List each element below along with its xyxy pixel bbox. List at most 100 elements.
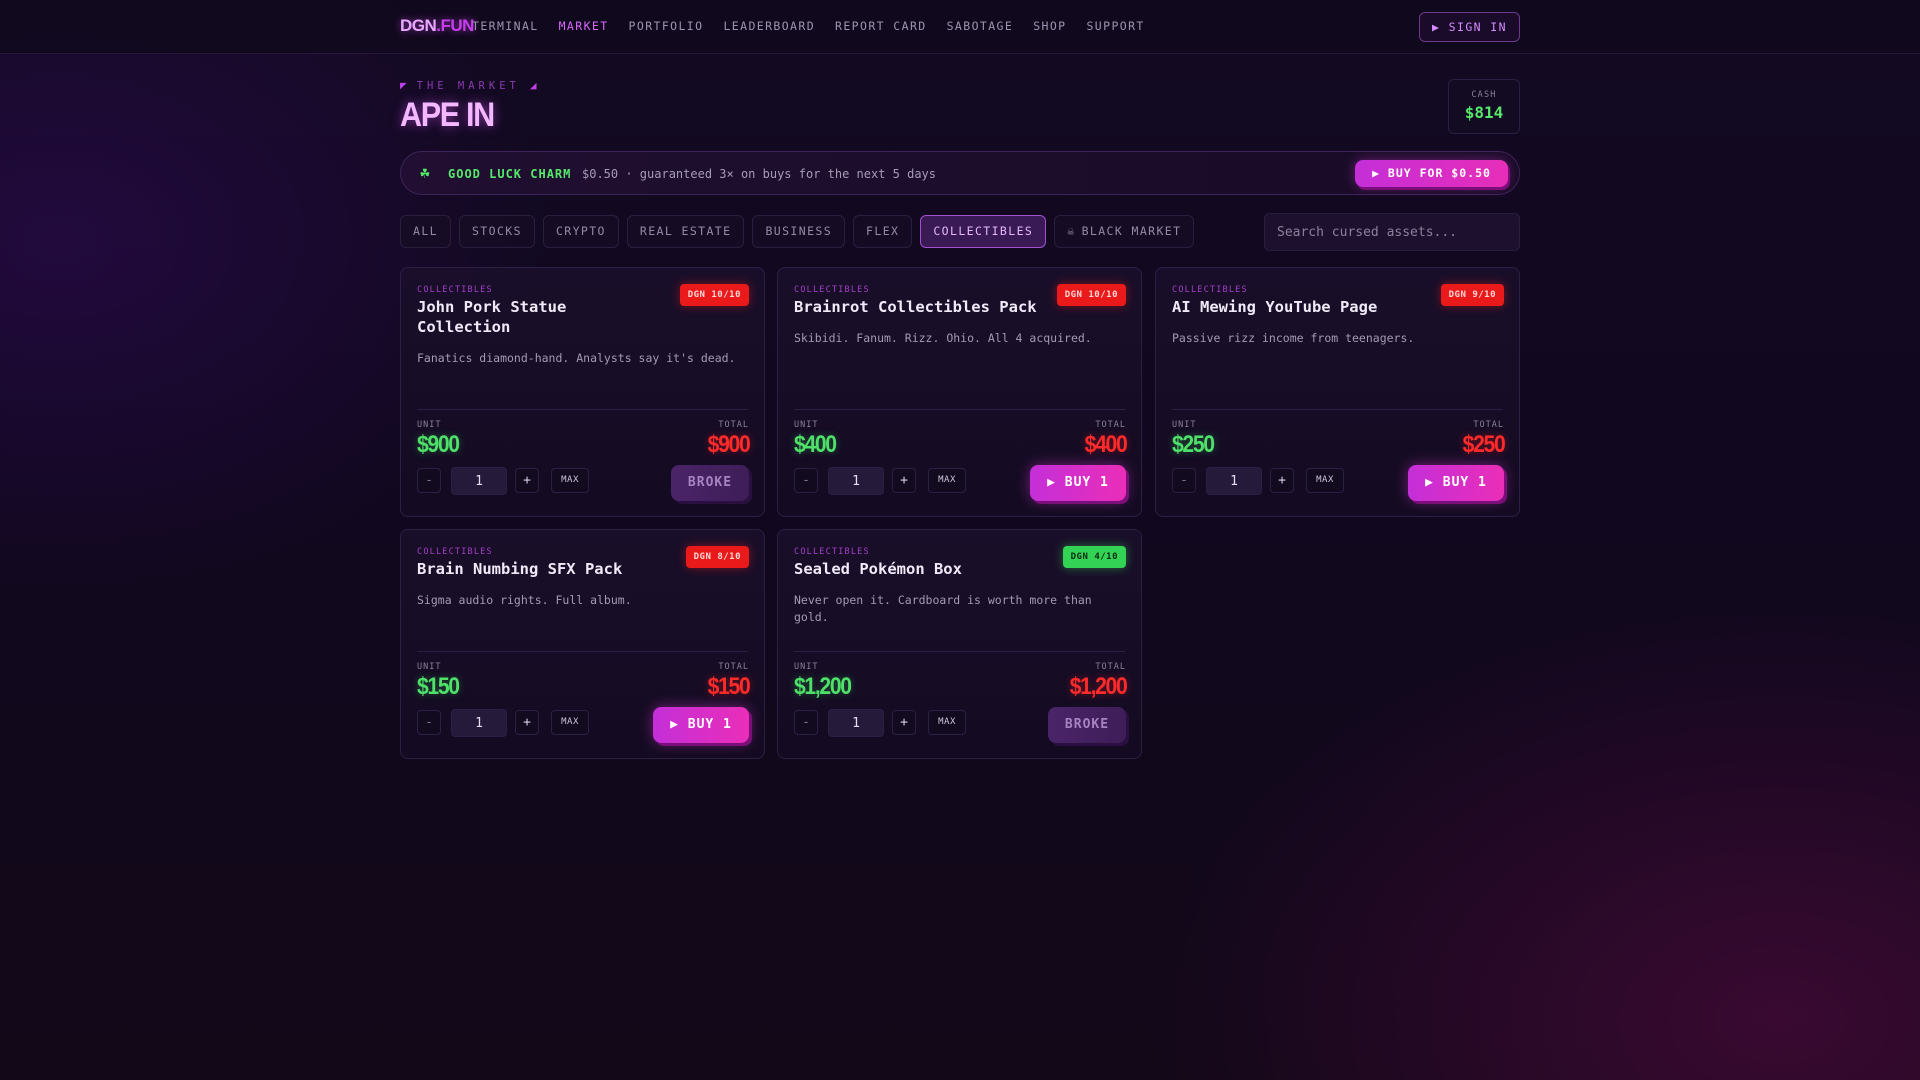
page-title: APE IN	[400, 96, 495, 134]
good-luck-charm-banner: ☘ GOOD LUCK CHARM $0.50 · guaranteed 3× …	[400, 151, 1520, 195]
asset-card: COLLECTIBLES Sealed Pokémon Box DGN 4/10…	[777, 529, 1142, 759]
degen-rating-badge: DGN 10/10	[679, 284, 749, 306]
top-nav: DGN.FUN TERMINAL MARKET PORTFOLIO LEADER…	[0, 0, 1920, 54]
quantity-input[interactable]	[1206, 467, 1262, 495]
card-description: Passive rizz income from teenagers.	[1172, 331, 1415, 345]
increase-qty-button[interactable]: +	[892, 710, 916, 735]
increase-qty-button[interactable]: +	[515, 710, 539, 735]
total-label: TOTAL	[718, 420, 749, 430]
total-price: $400	[1084, 431, 1127, 458]
nav-link-shop[interactable]: SHOP	[1033, 19, 1066, 33]
filter-crypto[interactable]: CRYPTO	[542, 215, 619, 248]
logo-suffix: .FUN	[436, 16, 474, 35]
total-label: TOTAL	[1095, 662, 1126, 672]
nav-link-portfolio[interactable]: PORTFOLIO	[629, 19, 704, 33]
nav-link-market[interactable]: MARKET	[559, 19, 609, 33]
total-price: $1,200	[1069, 673, 1127, 700]
card-description: Sigma audio rights. Full album.	[417, 593, 632, 607]
card-divider	[417, 409, 748, 410]
card-title: AI Mewing YouTube Page	[1172, 298, 1378, 316]
card-description: Skibidi. Fanum. Rizz. Ohio. All 4 acquir…	[794, 331, 1092, 345]
degen-rating-badge: DGN 10/10	[1056, 284, 1126, 306]
filter-all[interactable]: ALL	[400, 215, 451, 248]
search-input[interactable]	[1264, 213, 1520, 251]
asset-card: COLLECTIBLES Brain Numbing SFX Pack DGN …	[400, 529, 765, 759]
increase-qty-button[interactable]: +	[515, 468, 539, 493]
card-divider	[417, 651, 748, 652]
logo[interactable]: DGN.FUN	[400, 16, 474, 36]
page-eyebrow: ◤ THE MARKET ◢	[400, 79, 536, 92]
total-price: $250	[1462, 431, 1505, 458]
total-label: TOTAL	[1473, 420, 1504, 430]
card-description: Fanatics diamond-hand. Analysts say it's…	[417, 351, 736, 365]
max-qty-button[interactable]: MAX	[928, 710, 966, 735]
max-qty-button[interactable]: MAX	[928, 468, 966, 493]
buy-charm-button[interactable]: ▶ BUY FOR $0.50	[1355, 160, 1508, 187]
quantity-input[interactable]	[451, 709, 507, 737]
max-qty-button[interactable]: MAX	[551, 468, 589, 493]
logo-primary: DGN	[400, 16, 437, 35]
filter-business[interactable]: BUSINESS	[752, 215, 846, 248]
decrease-qty-button[interactable]: -	[794, 468, 818, 493]
increase-qty-button[interactable]: +	[892, 468, 916, 493]
unit-label: UNIT	[794, 662, 819, 672]
decrease-qty-button[interactable]: -	[794, 710, 818, 735]
unit-label: UNIT	[1172, 420, 1197, 430]
asset-card: COLLECTIBLES AI Mewing YouTube Page DGN …	[1155, 267, 1520, 517]
corner-triangle-icon: ◤	[400, 79, 407, 92]
filter-black-market-label: BLACK MARKET	[1081, 224, 1182, 238]
total-label: TOTAL	[1095, 420, 1126, 430]
category-filters: ALL STOCKS CRYPTO REAL ESTATE BUSINESS F…	[400, 215, 1195, 248]
unit-price: $900	[417, 431, 460, 458]
decrease-qty-button[interactable]: -	[417, 710, 441, 735]
buy-button[interactable]: ▶ BUY 1	[653, 707, 749, 743]
nav-link-report-card[interactable]: REPORT CARD	[835, 19, 927, 33]
broke-button[interactable]: BROKE	[671, 465, 749, 501]
card-title: John Pork Statue Collection	[417, 298, 567, 336]
filter-stocks[interactable]: STOCKS	[458, 215, 535, 248]
quantity-input[interactable]	[451, 467, 507, 495]
quantity-input[interactable]	[828, 467, 884, 495]
unit-label: UNIT	[417, 420, 442, 430]
filter-black-market[interactable]: ☠ BLACK MARKET	[1054, 215, 1195, 248]
card-category: COLLECTIBLES	[794, 547, 870, 557]
asset-card: COLLECTIBLES Brainrot Collectibles Pack …	[777, 267, 1142, 517]
skull-icon: ☠	[1067, 224, 1076, 238]
card-category: COLLECTIBLES	[794, 285, 870, 295]
card-title: Brain Numbing SFX Pack	[417, 560, 623, 578]
charm-description: $0.50 · guaranteed 3× on buys for the ne…	[582, 167, 937, 181]
degen-rating-badge: DGN 8/10	[685, 546, 749, 568]
eyebrow-label: THE MARKET	[416, 79, 520, 92]
card-title: Sealed Pokémon Box	[794, 560, 962, 578]
increase-qty-button[interactable]: +	[1270, 468, 1294, 493]
decrease-qty-button[interactable]: -	[417, 468, 441, 493]
filter-real-estate[interactable]: REAL ESTATE	[626, 215, 745, 248]
cash-label: CASH	[1471, 90, 1497, 100]
filter-flex[interactable]: FLEX	[853, 215, 913, 248]
broke-button[interactable]: BROKE	[1048, 707, 1126, 743]
card-description: Never open it. Cardboard is worth more t…	[794, 593, 1092, 624]
card-divider	[794, 409, 1125, 410]
buy-button[interactable]: ▶ BUY 1	[1030, 465, 1126, 501]
nav-link-leaderboard[interactable]: LEADERBOARD	[723, 19, 815, 33]
total-price: $900	[707, 431, 750, 458]
cash-display: CASH $814	[1448, 79, 1520, 134]
quantity-input[interactable]	[828, 709, 884, 737]
cash-value: $814	[1464, 103, 1504, 122]
asset-card: COLLECTIBLES John Pork Statue Collection…	[400, 267, 765, 517]
filter-collectibles[interactable]: COLLECTIBLES	[920, 215, 1047, 248]
nav-link-sabotage[interactable]: SABOTAGE	[947, 19, 1014, 33]
nav-link-terminal[interactable]: TERMINAL	[472, 19, 539, 33]
decrease-qty-button[interactable]: -	[1172, 468, 1196, 493]
nav-links: TERMINAL MARKET PORTFOLIO LEADERBOARD RE…	[472, 19, 1165, 33]
card-divider	[794, 651, 1125, 652]
max-qty-button[interactable]: MAX	[1306, 468, 1344, 493]
degen-rating-badge: DGN 4/10	[1062, 546, 1126, 568]
unit-label: UNIT	[417, 662, 442, 672]
nav-link-support[interactable]: SUPPORT	[1086, 19, 1144, 33]
charm-name: GOOD LUCK CHARM	[448, 167, 572, 181]
sign-in-button[interactable]: ▶ SIGN IN	[1419, 12, 1520, 42]
max-qty-button[interactable]: MAX	[551, 710, 589, 735]
buy-button[interactable]: ▶ BUY 1	[1408, 465, 1504, 501]
degen-rating-badge: DGN 9/10	[1440, 284, 1504, 306]
